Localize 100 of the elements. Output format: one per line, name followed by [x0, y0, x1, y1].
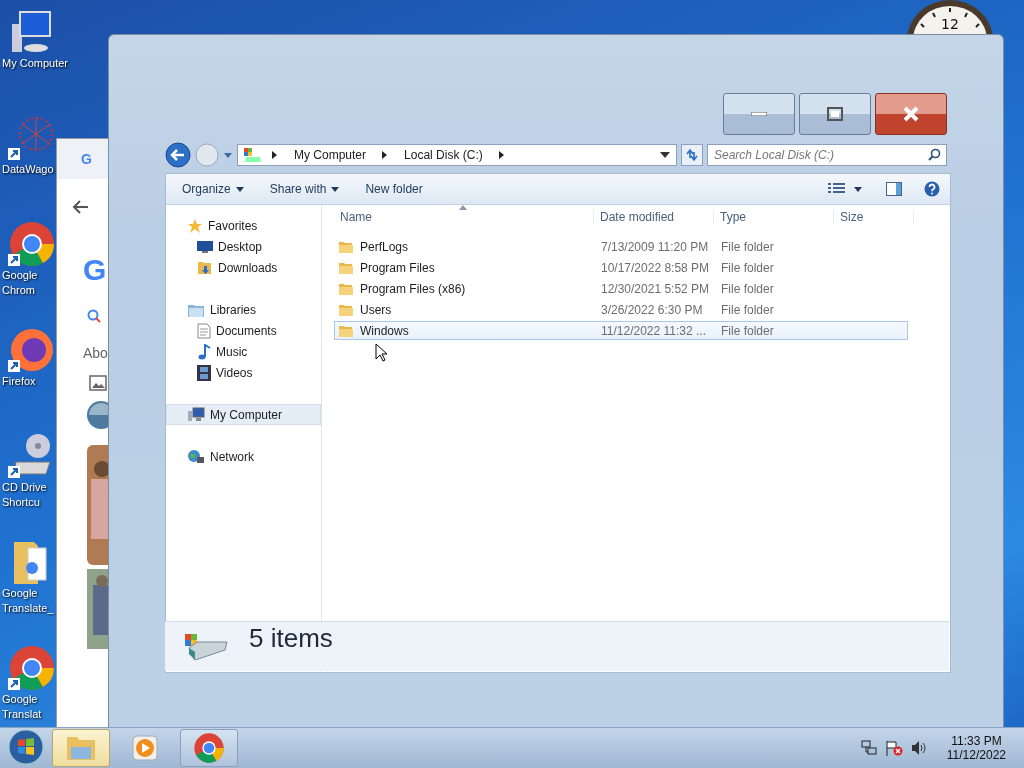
star-icon [187, 217, 203, 234]
image-icon[interactable] [89, 375, 107, 391]
file-row[interactable]: Users 3/26/2022 6:30 PM File folder [334, 300, 908, 319]
network-graph-shortcut-icon [6, 114, 54, 162]
back-arrow-icon[interactable] [71, 199, 89, 215]
chrome-shortcut-icon [6, 220, 54, 268]
help-icon[interactable] [924, 181, 940, 197]
breadcrumb[interactable]: My Computer [288, 148, 373, 162]
chrome-taskbar-button[interactable] [180, 729, 238, 767]
minimize-button[interactable] [723, 93, 795, 135]
file-row[interactable]: Program Files 10/17/2022 8:58 PM File folder [334, 258, 908, 277]
file-name: Program Files (x86) [360, 281, 466, 296]
time: 11:33 PM [951, 734, 1002, 748]
recent-pages-caret-icon[interactable] [223, 151, 233, 159]
desktop-icon-label[interactable]: Google Translat [2, 692, 42, 722]
nav-item[interactable]: Videos [166, 362, 321, 383]
drive-icon [244, 147, 262, 163]
folder-icon [338, 239, 354, 254]
file-type: File folder [720, 260, 775, 275]
date-modified: 3/26/2022 6:30 PM [600, 302, 704, 317]
desktop-icon [197, 239, 213, 254]
desktop-icon-label[interactable]: Google Chrom [2, 268, 38, 298]
chrome-icon [193, 732, 225, 764]
file-name: Users [360, 302, 392, 317]
file-type: File folder [720, 302, 775, 317]
search-icon[interactable] [928, 148, 941, 161]
nav-item[interactable]: Documents [166, 320, 321, 341]
search-icon[interactable] [87, 309, 101, 323]
toolbar-button[interactable]: Organize [176, 180, 250, 198]
minimize-icon [751, 112, 767, 116]
view-options-icon[interactable] [828, 183, 864, 195]
date: 11/12/2022 [946, 748, 1006, 762]
column-header[interactable]: Date modified [594, 210, 714, 224]
chrome-shortcut-icon [6, 644, 54, 692]
folder-icon [338, 323, 354, 338]
nav-item[interactable]: Libraries [166, 299, 321, 320]
nav-item[interactable]: Music [166, 341, 321, 362]
file-name: PerfLogs [360, 239, 409, 254]
back-button[interactable] [165, 142, 191, 168]
google-logo: G [83, 253, 108, 287]
google-logo: G [81, 151, 92, 167]
desktop-icon-label[interactable]: CD Drive Shortcu [2, 480, 47, 510]
column-header[interactable]: Size [834, 210, 914, 224]
date-modified: 11/12/2022 11:32 ... [600, 323, 707, 338]
item-count: 5 items [249, 623, 333, 654]
dropdown-caret-icon[interactable] [660, 152, 670, 158]
folder-icon [338, 260, 354, 275]
refresh-icon [685, 148, 699, 162]
date-modified: 10/17/2022 8:58 PM [600, 260, 711, 275]
file-row[interactable]: Program Files (x86) 12/30/2021 5:52 PM File folder [334, 279, 908, 298]
date-modified: 7/13/2009 11:20 PM [600, 239, 710, 254]
play-icon [131, 734, 159, 762]
nav-item[interactable]: Downloads [166, 257, 321, 278]
start-button[interactable] [6, 728, 46, 768]
drive-icon [183, 631, 229, 662]
music-note-icon [197, 343, 211, 360]
nav-item[interactable]: Favorites [166, 215, 321, 236]
search-field[interactable]: Search Local Disk (C:) [707, 144, 947, 166]
column-header[interactable]: Type [714, 210, 834, 224]
desktop-icon-label[interactable]: My Computer [2, 56, 69, 71]
file-type: File folder [720, 323, 775, 338]
file-type: File folder [720, 281, 775, 296]
firefox-shortcut-icon [6, 326, 54, 374]
breadcrumb[interactable]: Local Disk (C:) [398, 148, 489, 162]
maximize-icon [827, 107, 843, 121]
nav-item[interactable]: Network [166, 446, 321, 467]
file-name: Program Files [360, 260, 435, 275]
file-row[interactable]: PerfLogs 7/13/2009 11:20 PM File folder [334, 237, 908, 256]
breadcrumb-arrow-icon[interactable] [498, 151, 505, 159]
document-icon [197, 322, 211, 339]
volume-icon[interactable] [910, 740, 927, 756]
column-header[interactable]: Name [334, 210, 594, 224]
nav-item[interactable]: My Computer [166, 404, 321, 425]
file-type: File folder [720, 239, 775, 254]
nav-item[interactable]: Desktop [166, 236, 321, 257]
film-icon [197, 364, 211, 381]
close-button[interactable] [875, 93, 947, 135]
preview-pane-icon[interactable] [886, 182, 902, 196]
refresh-button[interactable] [681, 144, 703, 166]
file-row[interactable]: Windows 11/12/2022 11:32 ... File folder [334, 321, 908, 340]
maximize-button[interactable] [799, 93, 871, 135]
results-text: Abo [83, 345, 108, 361]
mouse-cursor-icon [375, 343, 387, 362]
breadcrumb-arrow-icon[interactable] [382, 151, 389, 159]
close-icon [902, 106, 920, 122]
desktop-icon-label[interactable]: Google Translate_ [2, 586, 54, 616]
toolbar-button[interactable]: New folder [359, 180, 429, 198]
action-center-flag-icon[interactable] [884, 740, 903, 756]
address-bar[interactable]: My Computer Local Disk (C:) [237, 144, 677, 166]
folder-icon [338, 281, 354, 296]
network-icon[interactable] [860, 740, 877, 756]
taskbar-clock[interactable]: 11:33 PM 11/12/2022 [946, 734, 1006, 762]
desktop-icon-label[interactable]: DataWago [2, 162, 54, 177]
breadcrumb-arrow-icon[interactable] [272, 151, 278, 159]
cd-drive-shortcut-icon [6, 432, 54, 480]
toolbar-button[interactable]: Share with [263, 180, 346, 198]
date-modified: 12/30/2021 5:52 PM [600, 281, 711, 296]
folder-icon [338, 302, 354, 317]
desktop-icon-label[interactable]: Firefox [2, 374, 36, 389]
sort-arrow-icon [459, 205, 467, 210]
